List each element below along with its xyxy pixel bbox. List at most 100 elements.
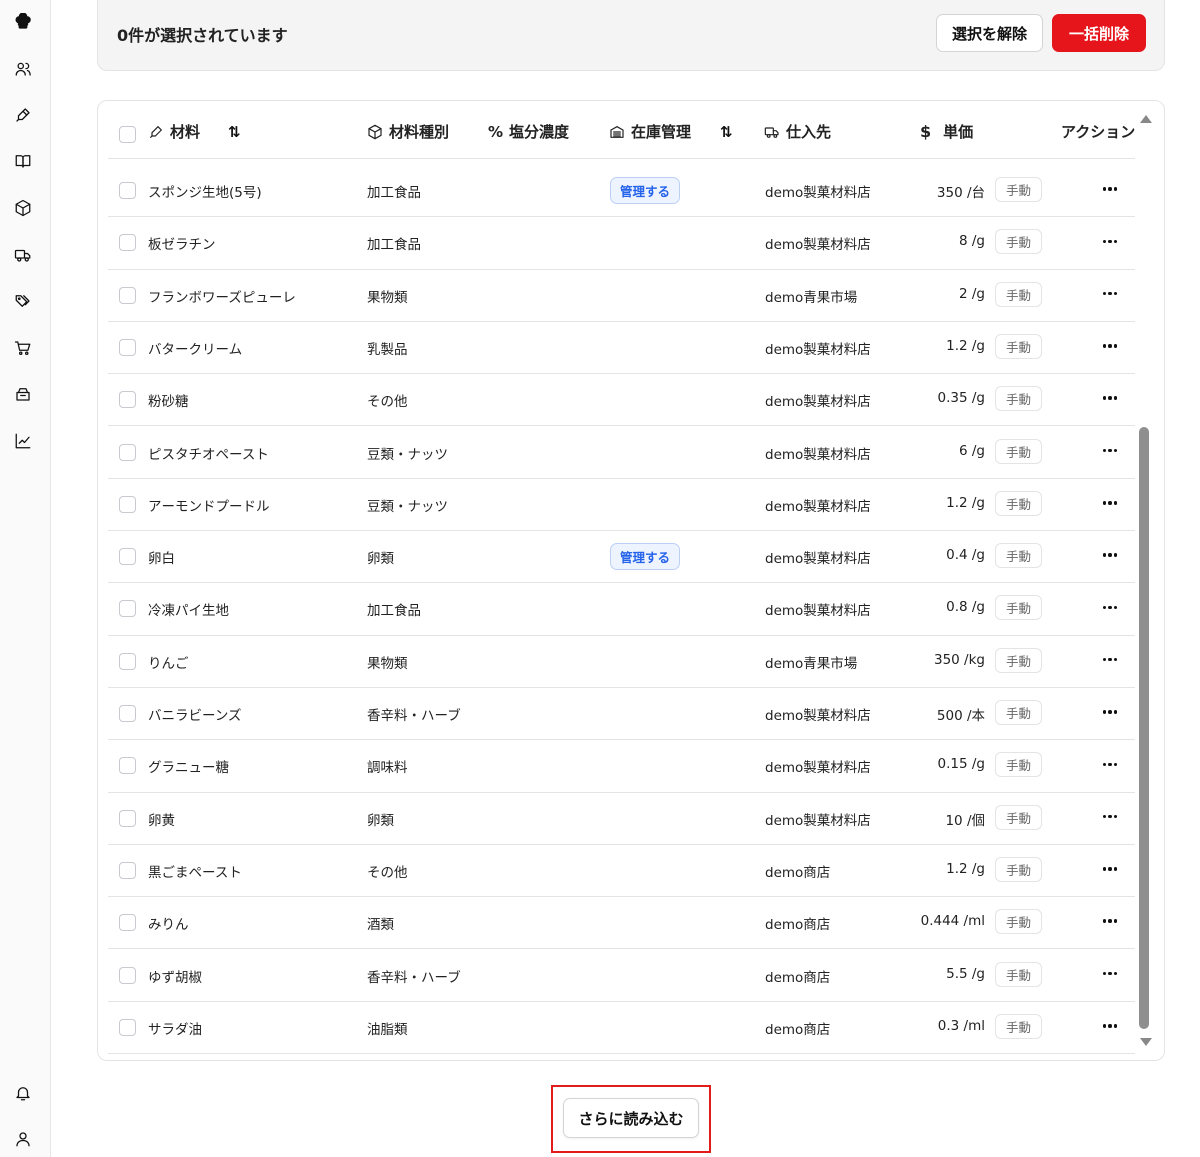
more-actions-icon[interactable] xyxy=(1098,179,1122,199)
supplier-name: demo製菓材料店 xyxy=(765,760,871,777)
more-actions-icon[interactable] xyxy=(1098,859,1122,879)
table-row[interactable]: 粉砂糖 その他 demo製菓材料店 0.35 /g 手動 xyxy=(108,374,1135,427)
row-checkbox[interactable] xyxy=(119,182,136,199)
table-row[interactable]: ピスタチオペースト 豆類・ナッツ demo製菓材料店 6 /g 手動 xyxy=(108,427,1135,479)
more-actions-icon[interactable] xyxy=(1098,545,1122,565)
user-icon[interactable] xyxy=(12,1128,34,1150)
row-checkbox[interactable] xyxy=(119,705,136,722)
stock-badge[interactable]: 管理する xyxy=(610,177,681,204)
more-actions-icon[interactable] xyxy=(1098,702,1122,722)
material-type: 豆類・ナッツ xyxy=(367,446,448,463)
material-name: ゆず胡椒 xyxy=(148,969,202,986)
sort-material-icon[interactable]: ⇅ xyxy=(228,123,241,141)
row-checkbox[interactable] xyxy=(119,757,136,775)
chart-icon[interactable] xyxy=(12,430,34,452)
stock-badge[interactable]: 管理する xyxy=(610,543,681,571)
manual-badge: 手動 xyxy=(995,595,1042,621)
supplier-name: demo製菓材料店 xyxy=(765,394,871,411)
unit-price: 0.444 /ml xyxy=(920,913,985,930)
chef-hat-icon[interactable] xyxy=(12,11,34,33)
scrollbar-thumb[interactable] xyxy=(1139,427,1149,1029)
package-icon[interactable] xyxy=(12,197,34,219)
table-row[interactable]: 卵黄 卵類 demo製菓材料店 10 /個 手動 xyxy=(108,793,1135,845)
material-name: みりん xyxy=(148,917,189,934)
material-name: グラニュー糖 xyxy=(148,760,229,777)
supplier-name: demo製菓材料店 xyxy=(765,708,871,724)
row-checkbox[interactable] xyxy=(119,652,136,670)
row-checkbox[interactable] xyxy=(119,600,136,618)
material-name: 卵黄 xyxy=(148,812,175,829)
supplier-name: demo青果市場 xyxy=(765,655,858,672)
row-checkbox[interactable] xyxy=(119,443,136,461)
more-actions-icon[interactable] xyxy=(1098,911,1122,931)
manual-badge: 手動 xyxy=(995,281,1042,307)
table-row[interactable]: 卵白 卵類 管理する demo製菓材料店 0.4 /g 手動 xyxy=(108,531,1135,584)
cart-icon[interactable] xyxy=(12,337,34,359)
row-checkbox[interactable] xyxy=(119,391,136,409)
unit-price: 1.2 /g xyxy=(946,860,985,877)
more-actions-icon[interactable] xyxy=(1098,964,1122,984)
tags-icon[interactable] xyxy=(12,290,34,312)
more-actions-icon[interactable] xyxy=(1098,388,1122,408)
table-row[interactable]: りんご 果物類 demo青果市場 350 /kg 手動 xyxy=(108,636,1135,688)
sort-stock-icon[interactable]: ⇅ xyxy=(720,123,733,141)
scroll-up-arrow[interactable] xyxy=(1140,115,1152,123)
more-actions-icon[interactable] xyxy=(1098,597,1122,617)
manual-badge: 手動 xyxy=(995,177,1042,202)
table-row[interactable]: アーモンドプードル 豆類・ナッツ demo製菓材料店 1.2 /g 手動 xyxy=(108,479,1135,532)
more-actions-icon[interactable] xyxy=(1098,493,1122,513)
row-checkbox[interactable] xyxy=(119,809,136,827)
material-type: 調味料 xyxy=(367,760,408,777)
table-row[interactable]: 板ゼラチン 加工食品 demo製菓材料店 8 /g 手動 xyxy=(108,217,1135,270)
table-row[interactable]: 冷凍パイ生地 加工食品 demo製菓材料店 0.8 /g 手動 xyxy=(108,583,1135,636)
row-checkbox[interactable] xyxy=(119,286,136,304)
more-actions-icon[interactable] xyxy=(1098,441,1122,461)
table-row[interactable]: 黒ごまペースト その他 demo商店 1.2 /g 手動 xyxy=(108,845,1135,898)
supplier-name: demo商店 xyxy=(765,864,831,881)
table-row[interactable]: スポンジ生地(5号) 加工食品 管理する demo製菓材料店 350 /台 手動 xyxy=(108,165,1135,218)
row-checkbox[interactable] xyxy=(119,914,136,932)
book-icon[interactable] xyxy=(12,150,34,172)
more-actions-icon[interactable] xyxy=(1098,807,1122,827)
clear-selection-button[interactable]: 選択を解除 xyxy=(936,14,1043,52)
table-row[interactable]: みりん 酒類 demo商店 0.444 /ml 手動 xyxy=(108,897,1135,950)
manual-badge: 手動 xyxy=(995,438,1042,464)
load-more-button[interactable]: さらに読み込む xyxy=(563,1098,699,1138)
percent-icon: % xyxy=(488,122,504,141)
row-checkbox[interactable] xyxy=(119,548,136,566)
row-checkbox[interactable] xyxy=(119,338,136,356)
unit-price: 0.15 /g xyxy=(937,756,985,773)
manual-badge: 手動 xyxy=(995,856,1042,882)
row-checkbox[interactable] xyxy=(119,495,136,513)
more-actions-icon[interactable] xyxy=(1098,1016,1122,1036)
row-checkbox[interactable] xyxy=(119,1018,136,1036)
inventory-icon[interactable] xyxy=(12,383,34,405)
bulk-delete-button[interactable]: 一括削除 xyxy=(1052,14,1146,52)
table-row[interactable]: バタークリーム 乳製品 demo製菓材料店 1.2 /g 手動 xyxy=(108,322,1135,375)
more-actions-icon[interactable] xyxy=(1098,231,1122,251)
more-actions-icon[interactable] xyxy=(1098,650,1122,670)
table-header: 材料 ⇅ 材料種別 % 塩分濃度 在庫管理 ⇅ 仕入先 $ 単価 アクション xyxy=(108,101,1135,159)
header-supplier: 仕入先 xyxy=(764,121,831,142)
more-actions-icon[interactable] xyxy=(1098,336,1122,356)
row-checkbox[interactable] xyxy=(119,234,136,252)
manual-badge: 手動 xyxy=(995,700,1042,725)
table-row[interactable]: グラニュー糖 調味料 demo製菓材料店 0.15 /g 手動 xyxy=(108,740,1135,793)
scroll-down-arrow[interactable] xyxy=(1140,1038,1152,1046)
supplier-name: demo製菓材料店 xyxy=(765,185,871,201)
users-icon[interactable] xyxy=(12,58,34,80)
truck-icon[interactable] xyxy=(12,244,34,266)
select-all-checkbox[interactable] xyxy=(119,126,136,143)
table-row[interactable]: バニラビーンズ 香辛料・ハーブ demo製菓材料店 500 /本 手動 xyxy=(108,688,1135,741)
more-actions-icon[interactable] xyxy=(1098,284,1122,304)
bell-icon[interactable] xyxy=(12,1082,34,1104)
pen-tool-icon[interactable] xyxy=(12,104,34,126)
row-checkbox[interactable] xyxy=(119,861,136,879)
more-actions-icon[interactable] xyxy=(1098,754,1122,774)
row-checkbox[interactable] xyxy=(119,966,136,984)
unit-price: 0.8 /g xyxy=(946,599,985,616)
table-row[interactable]: サラダ油 油脂類 demo商店 0.3 /ml 手動 xyxy=(108,1002,1135,1055)
table-row[interactable]: フランボワーズピューレ 果物類 demo青果市場 2 /g 手動 xyxy=(108,270,1135,322)
table-row[interactable]: ゆず胡椒 香辛料・ハーブ demo商店 5.5 /g 手動 xyxy=(108,950,1135,1002)
material-type: 加工食品 xyxy=(367,237,421,254)
